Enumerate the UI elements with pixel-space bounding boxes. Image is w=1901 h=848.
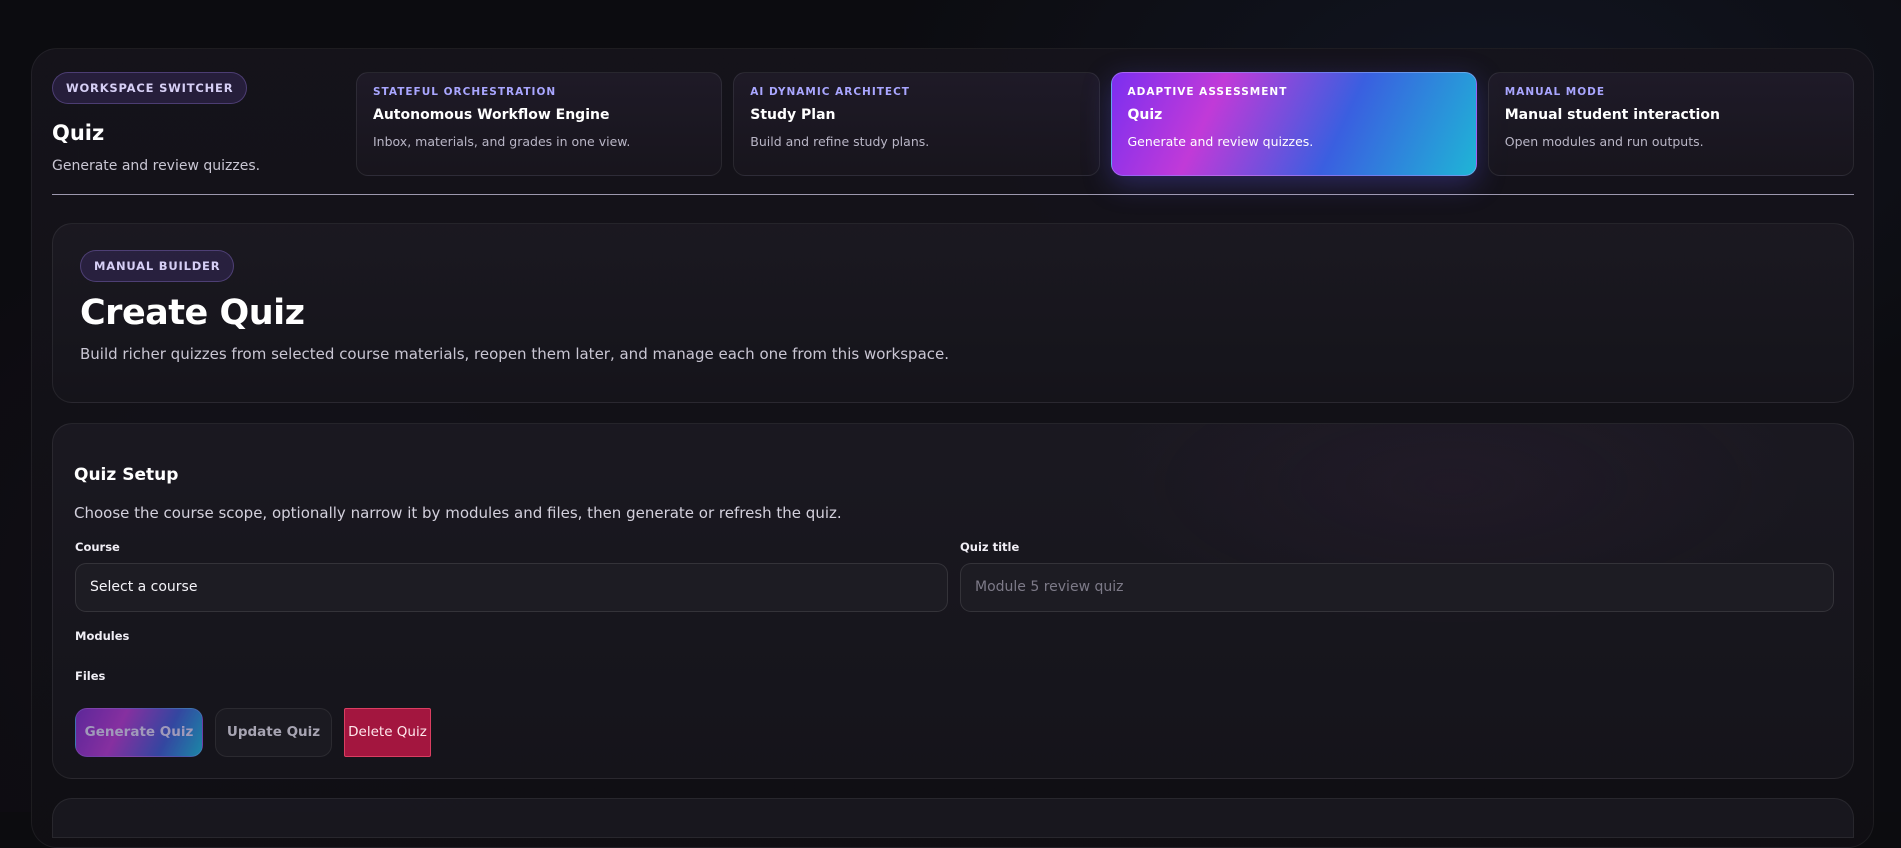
mode-card-eyebrow: AI DYNAMIC ARCHITECT	[750, 86, 910, 98]
mode-card-list: STATEFUL ORCHESTRATION Autonomous Workfl…	[356, 72, 1854, 176]
workspace-switcher-header: WORKSPACE SWITCHER Quiz Generate and rev…	[52, 72, 352, 174]
generate-quiz-button[interactable]: Generate Quiz	[75, 708, 203, 757]
mode-card-name: Autonomous Workflow Engine	[373, 107, 610, 123]
mode-card-description: Open modules and run outputs.	[1504, 134, 1704, 149]
quiz-setup-panel: Quiz Setup Choose the course scope, opti…	[52, 423, 1854, 779]
mode-card-name: Manual student interaction	[1504, 107, 1720, 123]
workspace-subtitle: Generate and review quizzes.	[52, 158, 261, 174]
course-select[interactable]: Select a course	[75, 563, 948, 612]
next-panel	[52, 798, 1854, 838]
mode-card-eyebrow: MANUAL MODE	[1504, 86, 1606, 98]
workspace-title: Quiz	[52, 121, 105, 145]
manual-builder-badge: MANUAL BUILDER	[80, 250, 235, 282]
mode-card-study-plan[interactable]: AI DYNAMIC ARCHITECT Study Plan Build an…	[733, 72, 1100, 176]
header-divider	[52, 194, 1854, 195]
page-title: Create Quiz	[80, 293, 305, 333]
mode-card-eyebrow: STATEFUL ORCHESTRATION	[373, 86, 557, 98]
page-subtitle: Build richer quizzes from selected cours…	[80, 345, 950, 363]
files-label: Files	[75, 669, 106, 683]
mode-card-description: Generate and review quizzes.	[1127, 134, 1314, 149]
create-quiz-hero: MANUAL BUILDER Create Quiz Build richer …	[52, 223, 1854, 403]
mode-card-name: Study Plan	[750, 107, 836, 123]
quiz-title-label: Quiz title	[960, 540, 1020, 554]
quiz-setup-description: Choose the course scope, optionally narr…	[74, 504, 842, 522]
course-label: Course	[75, 540, 120, 554]
quiz-setup-title: Quiz Setup	[74, 465, 179, 485]
mode-card-quiz[interactable]: ADAPTIVE ASSESSMENT Quiz Generate and re…	[1110, 72, 1477, 176]
mode-card-description: Inbox, materials, and grades in one view…	[373, 134, 631, 149]
mode-card-description: Build and refine study plans.	[750, 134, 930, 149]
delete-quiz-button[interactable]: Delete Quiz	[344, 708, 431, 757]
mode-card-workflow-engine[interactable]: STATEFUL ORCHESTRATION Autonomous Workfl…	[356, 72, 723, 176]
mode-card-manual-mode[interactable]: MANUAL MODE Manual student interaction O…	[1487, 72, 1854, 176]
modules-label: Modules	[75, 629, 130, 643]
mode-card-name: Quiz	[1127, 107, 1163, 123]
mode-card-eyebrow: ADAPTIVE ASSESSMENT	[1127, 86, 1288, 98]
update-quiz-button[interactable]: Update Quiz	[215, 708, 332, 757]
workspace-switcher-badge: WORKSPACE SWITCHER	[52, 72, 248, 104]
quiz-title-input[interactable]: Module 5 review quiz	[960, 563, 1834, 612]
